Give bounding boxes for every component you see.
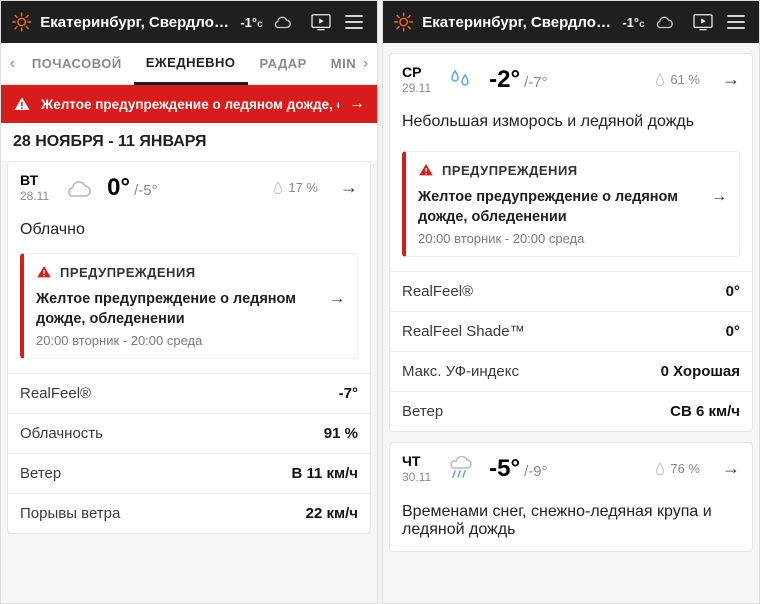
- warning-icon: [418, 162, 434, 178]
- arrow-right-icon: →: [349, 95, 365, 113]
- precipitation: 76 %: [654, 461, 700, 476]
- tab-daily[interactable]: ЕЖЕДНЕВНО: [134, 43, 248, 85]
- video-icon[interactable]: [309, 9, 334, 35]
- low-temp: /-9°: [524, 463, 548, 480]
- precipitation: 17 %: [272, 180, 318, 195]
- warning-block[interactable]: ПРЕДУПРЕЖДЕНИЯ Желтое предупреждение о л…: [402, 151, 740, 257]
- warning-block[interactable]: ПРЕДУПРЕЖДЕНИЯ Желтое предупреждение о л…: [20, 253, 358, 359]
- condition-text: Небольшая изморось и ледяной дождь: [390, 105, 752, 135]
- detail-realfeel-shade: RealFeel Shade™ 0°: [390, 311, 752, 351]
- chevron-right-icon[interactable]: ›: [358, 55, 373, 73]
- freezing-rain-icon: [443, 65, 477, 95]
- cloudy-icon: [61, 173, 95, 203]
- low-temp: /-5°: [134, 182, 158, 199]
- precipitation: 61 %: [654, 72, 700, 87]
- arrow-right-icon: →: [711, 188, 727, 206]
- day-card-tue[interactable]: ВТ 28.11 0° /-5° 17 % → Облач: [7, 161, 371, 534]
- arrow-right-icon: →: [722, 69, 740, 90]
- location-name[interactable]: Екатеринбург, Свердловск: [40, 14, 232, 31]
- day-of-week: ВТ: [20, 172, 49, 189]
- alert-text: Желтое предупреждение о ледяном дожде, о…: [41, 97, 339, 112]
- detail-wind: Ветер СВ 6 км/ч: [390, 391, 752, 431]
- detail-realfeel: RealFeel® -7°: [8, 373, 370, 413]
- detail-gust: Порывы ветра 22 км/ч: [8, 493, 370, 533]
- arrow-right-icon: →: [722, 458, 740, 479]
- location-name[interactable]: Екатеринбург, Свердловск: [422, 14, 614, 31]
- drop-icon: [654, 73, 666, 87]
- warning-title: Желтое предупреждение о ледяном дожде, о…: [36, 290, 321, 329]
- chevron-left-icon[interactable]: ‹: [5, 55, 20, 73]
- tab-hourly[interactable]: ПОЧАСОВОЙ: [20, 43, 134, 85]
- high-temp: 0°: [107, 174, 130, 202]
- current-temp: -1°c: [622, 15, 644, 30]
- day-card-wed[interactable]: СР 29.11 -2° /-7° 61 % → Небо: [389, 53, 753, 432]
- condition-text: Временами снег, снежно-ледяная крупа и л…: [390, 495, 752, 551]
- cloud-icon: [653, 14, 675, 30]
- warning-icon: [13, 95, 31, 113]
- warning-label: ПРЕДУПРЕЖДЕНИЯ: [60, 265, 196, 280]
- warning-label: ПРЕДУПРЕЖДЕНИЯ: [442, 163, 578, 178]
- warning-time: 20:00 вторник - 20:00 среда: [418, 231, 703, 246]
- high-temp: -5°: [489, 455, 520, 483]
- warning-icon: [36, 264, 52, 280]
- current-temp: -1°c: [240, 15, 262, 30]
- detail-uv: Макс. УФ-индекс 0 Хорошая: [390, 351, 752, 391]
- day-of-week: ЧТ: [402, 453, 431, 470]
- menu-icon[interactable]: [342, 9, 367, 35]
- detail-realfeel: RealFeel® 0°: [390, 271, 752, 311]
- drop-icon: [272, 181, 284, 195]
- drop-icon: [654, 462, 666, 476]
- day-card-thu[interactable]: ЧТ 30.11 -5° /-9° 76 % → Време: [389, 442, 753, 551]
- day-date: 28.11: [20, 189, 49, 203]
- nav-tabs: ‹ ПОЧАСОВОЙ ЕЖЕДНЕВНО РАДАР MIN ›: [1, 43, 377, 85]
- app-header: Екатеринбург, Свердловск -1°c: [383, 1, 759, 43]
- detail-cloudiness: Облачность 91 %: [8, 413, 370, 453]
- warning-time: 20:00 вторник - 20:00 среда: [36, 333, 321, 348]
- tab-radar[interactable]: РАДАР: [248, 43, 319, 85]
- warning-title: Желтое предупреждение о ледяном дожде, о…: [418, 188, 703, 227]
- date-range: 28 НОЯБРЯ - 11 ЯНВАРЯ: [1, 123, 377, 161]
- condition-text: Облачно: [8, 213, 370, 243]
- arrow-right-icon: →: [340, 177, 358, 198]
- alert-banner[interactable]: Желтое предупреждение о ледяном дожде, о…: [1, 85, 377, 123]
- arrow-right-icon: →: [329, 290, 345, 308]
- detail-wind: Ветер В 11 км/ч: [8, 453, 370, 493]
- video-icon[interactable]: [691, 9, 716, 35]
- cloud-icon: [271, 14, 293, 30]
- day-date: 30.11: [402, 470, 431, 484]
- logo-sun-icon: [393, 11, 414, 33]
- day-of-week: СР: [402, 64, 431, 81]
- day-date: 29.11: [402, 81, 431, 95]
- high-temp: -2°: [489, 66, 520, 94]
- app-header: Екатеринбург, Свердловск -1°c: [1, 1, 377, 43]
- tab-minutecast[interactable]: MIN: [319, 43, 358, 85]
- logo-sun-icon: [11, 11, 32, 33]
- low-temp: /-7°: [524, 74, 548, 91]
- menu-icon[interactable]: [724, 9, 749, 35]
- sleet-icon: [443, 454, 477, 484]
